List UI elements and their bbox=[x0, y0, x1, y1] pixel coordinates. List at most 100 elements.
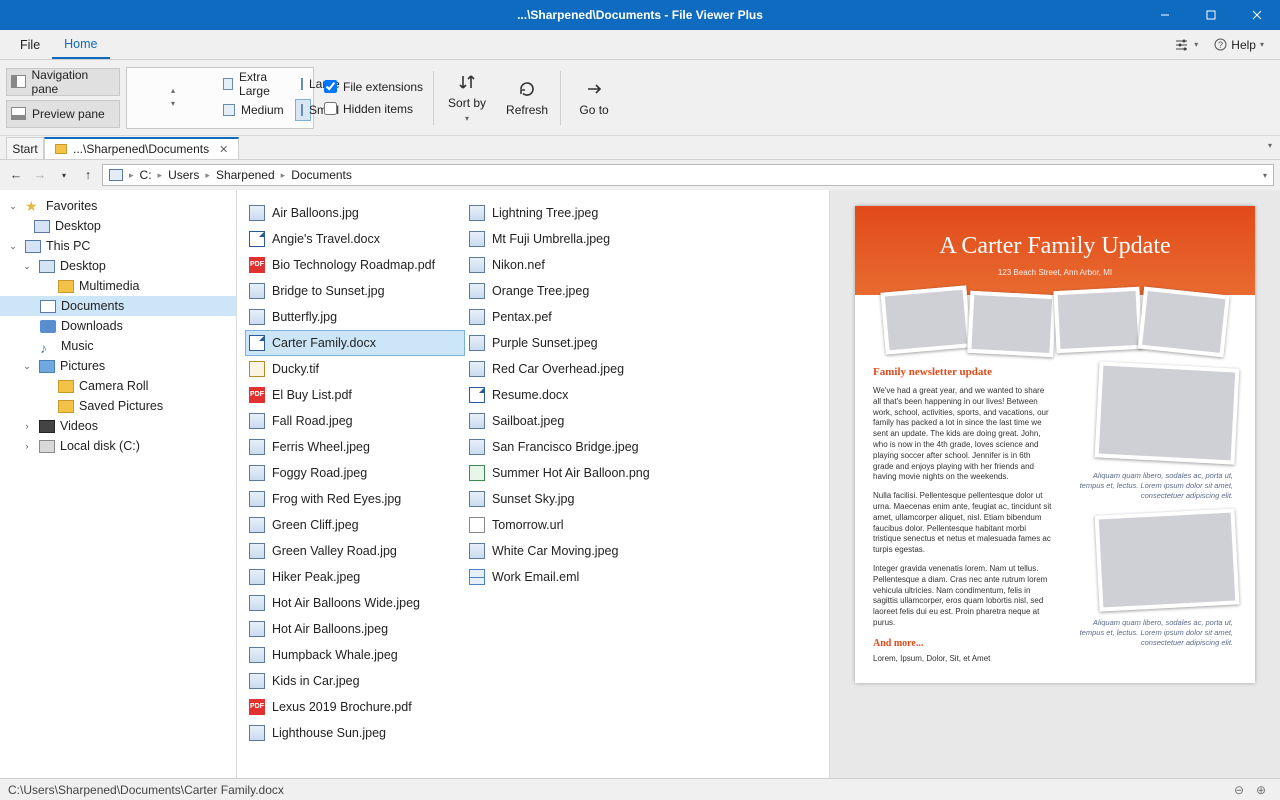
img-file-icon bbox=[249, 309, 265, 325]
txt-file-icon bbox=[469, 517, 485, 533]
tab-close[interactable]: ✕ bbox=[215, 143, 228, 156]
file-item[interactable]: Foggy Road.jpeg bbox=[245, 460, 465, 486]
file-item[interactable]: Work Email.eml bbox=[465, 564, 685, 590]
file-item[interactable]: Air Balloons.jpg bbox=[245, 200, 465, 226]
file-name: Green Cliff.jpeg bbox=[272, 518, 359, 532]
file-item[interactable]: Sunset Sky.jpg bbox=[465, 486, 685, 512]
file-name: Humpback Whale.jpeg bbox=[272, 648, 398, 662]
sort-by-button[interactable]: Sort by▾ bbox=[440, 67, 494, 129]
tree-multimedia[interactable]: Multimedia bbox=[0, 276, 236, 296]
ribbon: Navigation pane Preview pane Extra Large… bbox=[0, 60, 1280, 136]
view-small[interactable]: Small bbox=[295, 99, 311, 121]
menu-home[interactable]: Home bbox=[52, 30, 109, 59]
tree-pictures[interactable]: ⌄Pictures bbox=[0, 356, 236, 376]
file-name: Pentax.pef bbox=[492, 310, 552, 324]
file-item[interactable]: White Car Moving.jpeg bbox=[465, 538, 685, 564]
file-item[interactable]: PDFLexus 2019 Brochure.pdf bbox=[245, 694, 465, 720]
view-large[interactable]: Large bbox=[295, 73, 311, 95]
tree-camera-roll[interactable]: Camera Roll bbox=[0, 376, 236, 396]
tree-saved-pictures[interactable]: Saved Pictures bbox=[0, 396, 236, 416]
breadcrumb-dropdown[interactable]: ▾ bbox=[1263, 171, 1271, 180]
file-item[interactable]: Purple Sunset.jpeg bbox=[465, 330, 685, 356]
up-button[interactable]: ↑ bbox=[78, 165, 98, 185]
doc-p3: Integer gravida venenatis lorem. Nam ut … bbox=[873, 564, 1053, 629]
bc-users[interactable]: Users bbox=[164, 168, 203, 182]
back-button[interactable]: ← bbox=[6, 165, 26, 185]
img-file-icon bbox=[249, 569, 265, 585]
refresh-button[interactable]: Refresh bbox=[500, 67, 554, 129]
hidden-items-checkbox[interactable]: Hidden items bbox=[324, 102, 423, 116]
preview-pane: A Carter Family Update 123 Beach Street,… bbox=[830, 190, 1280, 778]
file-item[interactable]: Angie's Travel.docx bbox=[245, 226, 465, 252]
photo-thumb bbox=[1053, 287, 1142, 353]
zoom-out[interactable]: ⊖ bbox=[1228, 783, 1250, 797]
bc-sharpened[interactable]: Sharpened bbox=[212, 168, 279, 182]
file-item[interactable]: Summer Hot Air Balloon.png bbox=[465, 460, 685, 486]
zoom-in[interactable]: ⊕ bbox=[1250, 783, 1272, 797]
go-to-button[interactable]: Go to bbox=[567, 67, 621, 129]
window-minimize[interactable] bbox=[1142, 0, 1188, 30]
tree-local-disk[interactable]: ›Local disk (C:) bbox=[0, 436, 236, 456]
file-item[interactable]: Nikon.nef bbox=[465, 252, 685, 278]
tree-videos[interactable]: ›Videos bbox=[0, 416, 236, 436]
file-item[interactable]: Butterfly.jpg bbox=[245, 304, 465, 330]
file-item[interactable]: Red Car Overhead.jpeg bbox=[465, 356, 685, 382]
file-item[interactable]: Orange Tree.jpeg bbox=[465, 278, 685, 304]
png-file-icon bbox=[469, 465, 485, 481]
settings-dropdown[interactable]: ▾ bbox=[1168, 39, 1206, 51]
file-item[interactable]: Hot Air Balloons Wide.jpeg bbox=[245, 590, 465, 616]
file-item[interactable]: Hot Air Balloons.jpeg bbox=[245, 616, 465, 642]
tree-favorites[interactable]: ⌄★Favorites bbox=[0, 196, 236, 216]
file-item[interactable]: PDFBio Technology Roadmap.pdf bbox=[245, 252, 465, 278]
navigation-pane-toggle[interactable]: Navigation pane bbox=[6, 68, 120, 96]
file-item[interactable]: Lighthouse Sun.jpeg bbox=[245, 720, 465, 746]
help-button[interactable]: ? Help ▾ bbox=[1206, 38, 1272, 52]
bc-documents[interactable]: Documents bbox=[287, 168, 356, 182]
tree-music[interactable]: ♪Music bbox=[0, 336, 236, 356]
img-file-icon bbox=[249, 543, 265, 559]
file-item[interactable]: Mt Fuji Umbrella.jpeg bbox=[465, 226, 685, 252]
bc-c[interactable]: C: bbox=[136, 168, 156, 182]
file-item[interactable]: Green Cliff.jpeg bbox=[245, 512, 465, 538]
tree-desktop[interactable]: ⌄Desktop bbox=[0, 256, 236, 276]
file-item[interactable]: Kids in Car.jpeg bbox=[245, 668, 465, 694]
view-scroll[interactable]: ▴▾ bbox=[129, 84, 217, 110]
img-file-icon bbox=[469, 283, 485, 299]
file-item[interactable]: Carter Family.docx bbox=[245, 330, 465, 356]
breadcrumb-bar[interactable]: ▸ C:▸ Users▸ Sharpened▸ Documents ▾ bbox=[102, 164, 1274, 186]
file-item[interactable]: Sailboat.jpeg bbox=[465, 408, 685, 434]
file-item[interactable]: Pentax.pef bbox=[465, 304, 685, 330]
file-item[interactable]: Lightning Tree.jpeg bbox=[465, 200, 685, 226]
file-item[interactable]: Humpback Whale.jpeg bbox=[245, 642, 465, 668]
photo-thumb bbox=[880, 286, 971, 355]
file-item[interactable]: Ducky.tif bbox=[245, 356, 465, 382]
file-name: Foggy Road.jpeg bbox=[272, 466, 367, 480]
tree-downloads[interactable]: Downloads bbox=[0, 316, 236, 336]
tabs-overflow[interactable]: ▾ bbox=[1268, 141, 1272, 150]
file-item[interactable]: Green Valley Road.jpg bbox=[245, 538, 465, 564]
tree-this-pc[interactable]: ⌄This PC bbox=[0, 236, 236, 256]
file-extensions-checkbox[interactable]: File extensions bbox=[324, 80, 423, 94]
file-item[interactable]: PDFEl Buy List.pdf bbox=[245, 382, 465, 408]
file-item[interactable]: Ferris Wheel.jpeg bbox=[245, 434, 465, 460]
preview-pane-toggle[interactable]: Preview pane bbox=[6, 100, 120, 128]
file-item[interactable]: Resume.docx bbox=[465, 382, 685, 408]
menu-file[interactable]: File bbox=[8, 30, 52, 59]
history-dropdown[interactable]: ▾ bbox=[54, 165, 74, 185]
tree-fav-desktop[interactable]: Desktop bbox=[0, 216, 236, 236]
view-medium[interactable]: Medium bbox=[217, 99, 295, 121]
view-extra-large[interactable]: Extra Large bbox=[217, 73, 295, 95]
tab-start[interactable]: Start bbox=[6, 137, 44, 159]
window-close[interactable] bbox=[1234, 0, 1280, 30]
file-item[interactable]: Frog with Red Eyes.jpg bbox=[245, 486, 465, 512]
file-item[interactable]: San Francisco Bridge.jpeg bbox=[465, 434, 685, 460]
file-name: Ferris Wheel.jpeg bbox=[272, 440, 370, 454]
file-item[interactable]: Bridge to Sunset.jpg bbox=[245, 278, 465, 304]
tree-documents[interactable]: Documents bbox=[0, 296, 236, 316]
file-item[interactable]: Tomorrow.url bbox=[465, 512, 685, 538]
window-maximize[interactable] bbox=[1188, 0, 1234, 30]
forward-button[interactable]: → bbox=[30, 165, 50, 185]
file-item[interactable]: Fall Road.jpeg bbox=[245, 408, 465, 434]
file-item[interactable]: Hiker Peak.jpeg bbox=[245, 564, 465, 590]
tab-current[interactable]: ...\Sharpened\Documents ✕ bbox=[44, 137, 239, 159]
